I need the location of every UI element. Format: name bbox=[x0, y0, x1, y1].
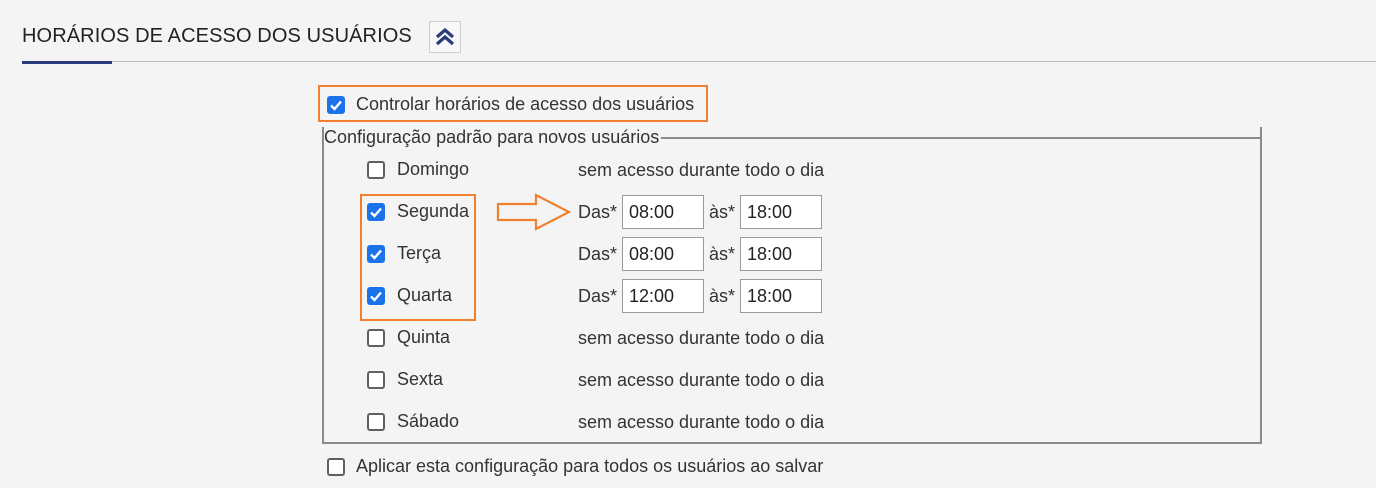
from-label-segunda: Das* bbox=[578, 202, 618, 222]
control-access-checkbox[interactable] bbox=[327, 96, 345, 114]
to-label-segunda: às* bbox=[709, 202, 736, 222]
no-access-text-sabado: sem acesso durante todo o dia bbox=[578, 412, 825, 432]
from-time-input-segunda[interactable] bbox=[622, 195, 704, 229]
chevron-double-up-icon bbox=[435, 27, 455, 46]
day-checkbox-terca[interactable] bbox=[367, 245, 385, 263]
day-checkbox-sexta[interactable] bbox=[367, 371, 385, 389]
fieldset-top-border-right bbox=[658, 137, 1262, 139]
checkmark-icon bbox=[370, 291, 382, 302]
to-label-quarta: às* bbox=[709, 286, 736, 306]
fieldset-legend: Configuração padrão para novos usuários bbox=[324, 127, 662, 148]
from-label-quarta: Das* bbox=[578, 286, 618, 306]
day-checkbox-domingo[interactable] bbox=[367, 161, 385, 179]
no-access-text-sexta: sem acesso durante todo o dia bbox=[578, 370, 825, 390]
day-label-terca: Terça bbox=[397, 243, 442, 263]
day-checkbox-sabado[interactable] bbox=[367, 413, 385, 431]
to-time-input-quarta[interactable] bbox=[740, 279, 822, 313]
to-time-input-terca[interactable] bbox=[740, 237, 822, 271]
from-time-input-quarta[interactable] bbox=[622, 279, 704, 313]
day-label-quinta: Quinta bbox=[397, 327, 451, 347]
day-checkbox-quarta[interactable] bbox=[367, 287, 385, 305]
no-access-text-quinta: sem acesso durante todo o dia bbox=[578, 328, 825, 348]
day-checkbox-segunda[interactable] bbox=[367, 203, 385, 221]
header-divider bbox=[22, 61, 1376, 62]
apply-all-checkbox[interactable] bbox=[327, 458, 345, 476]
collapse-button[interactable] bbox=[429, 21, 461, 53]
to-label-terca: às* bbox=[709, 244, 736, 264]
section-title: HORÁRIOS DE ACESSO DOS USUÁRIOS bbox=[22, 25, 412, 47]
no-access-text-domingo: sem acesso durante todo o dia bbox=[578, 160, 825, 180]
apply-all-label: Aplicar esta configuração para todos os … bbox=[356, 456, 824, 476]
from-label-terca: Das* bbox=[578, 244, 618, 264]
arrow-right-icon bbox=[496, 193, 572, 231]
checkmark-icon bbox=[370, 207, 382, 218]
header-accent-bar bbox=[22, 61, 112, 64]
day-label-sabado: Sábado bbox=[397, 411, 460, 431]
control-access-label: Controlar horários de acesso dos usuário… bbox=[356, 94, 695, 114]
checkmark-icon bbox=[330, 100, 342, 111]
day-label-segunda: Segunda bbox=[397, 201, 470, 221]
day-label-domingo: Domingo bbox=[397, 159, 470, 179]
day-label-quarta: Quarta bbox=[397, 285, 453, 305]
day-label-sexta: Sexta bbox=[397, 369, 444, 389]
to-time-input-segunda[interactable] bbox=[740, 195, 822, 229]
from-time-input-terca[interactable] bbox=[622, 237, 704, 271]
day-checkbox-quinta[interactable] bbox=[367, 329, 385, 347]
checkmark-icon bbox=[370, 249, 382, 260]
